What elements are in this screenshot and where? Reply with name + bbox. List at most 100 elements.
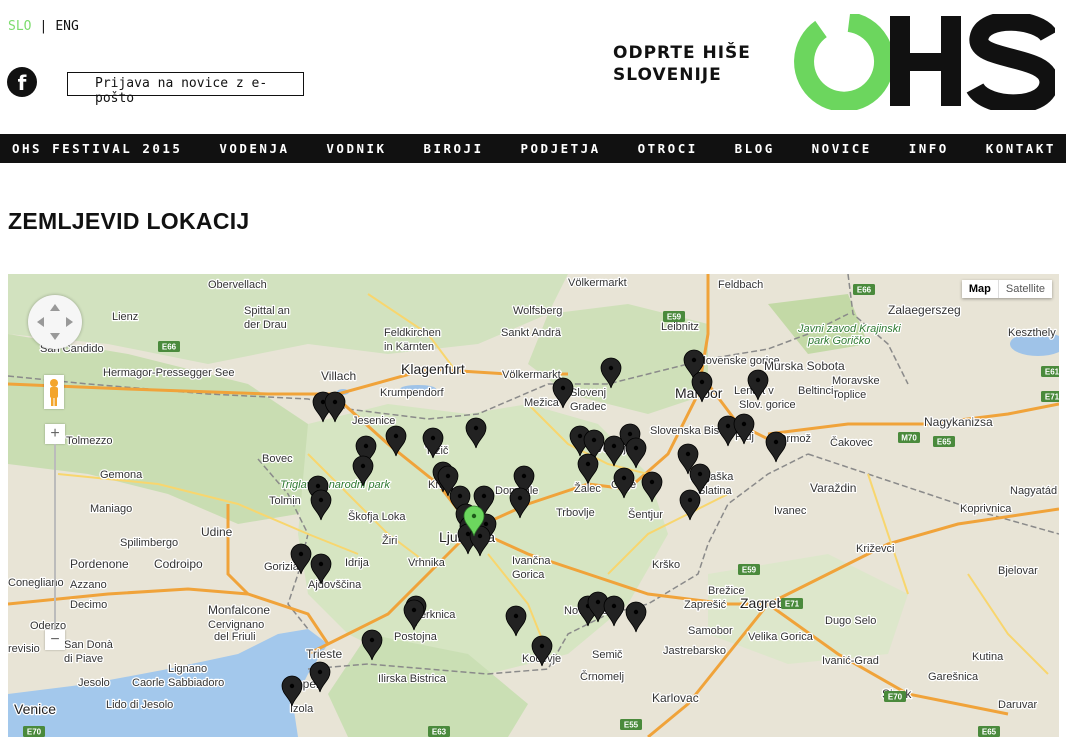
nav-item-podjetja[interactable]: PODJETJA xyxy=(521,134,601,163)
road-shield: E65 xyxy=(978,726,1000,737)
logo-s xyxy=(966,14,1055,110)
label-nagyk: Nagykanizsa xyxy=(924,415,993,429)
page-title: ZEMLJEVID LOKACIJ xyxy=(8,208,250,234)
label-jastrebarsko: Jastrebarsko xyxy=(663,645,726,657)
logo-h-right xyxy=(941,16,961,106)
road-shield: E70 xyxy=(23,726,45,737)
label-spilimbergo: Spilimbergo xyxy=(120,537,178,549)
label-zala: Zalaegerszeg xyxy=(888,303,961,317)
label-slovgor2: Slov. gorice xyxy=(739,399,796,411)
nav-item-kontakt[interactable]: KONTAKT xyxy=(986,134,1056,163)
label-gemona: Gemona xyxy=(100,469,143,481)
locations-map[interactable]: Obervellach Völkermarkt Feldbach Zalaege… xyxy=(8,274,1059,737)
main-nav: OHS FESTIVAL 2015 VODENJA VODNIK BIROJI PODJ… xyxy=(0,134,1066,163)
main-nav-list: OHS FESTIVAL 2015 VODENJA VODNIK BIROJI PODJ… xyxy=(0,134,1066,163)
road-shield: E66 xyxy=(853,284,875,295)
label-varazdin: Varaždin xyxy=(810,481,856,495)
nav-item-biroji[interactable]: BIROJI xyxy=(423,134,483,163)
logo-o-ring xyxy=(794,14,895,110)
label-sentjur: Šentjur xyxy=(628,508,663,521)
label-herm: Hermagor-Pressegger See xyxy=(103,367,234,379)
label-slovgr2: Gradec xyxy=(570,401,607,413)
map-type-satellite-button[interactable]: Satellite xyxy=(999,280,1052,298)
label-trbovlje: Trbovlje xyxy=(556,507,595,519)
brand-line-2: SLOVENIJE xyxy=(613,65,722,85)
road-shield: E59 xyxy=(738,564,760,575)
map-canvas[interactable]: Obervellach Völkermarkt Feldbach Zalaege… xyxy=(8,274,1059,737)
zoom-out-button[interactable]: − xyxy=(45,630,65,650)
svg-text:E65: E65 xyxy=(982,728,997,737)
label-cervignano2: del Friuli xyxy=(214,631,256,643)
label-feld1: Feldkirchen xyxy=(384,327,441,339)
label-gorica: Gorica xyxy=(512,569,545,581)
nav-item-info[interactable]: INFO xyxy=(909,134,949,163)
ohs-logo[interactable] xyxy=(787,14,1055,110)
label-samobor: Samobor xyxy=(688,625,733,637)
zoom-control: + − xyxy=(45,424,65,650)
label-sandona1: San Donà xyxy=(64,639,114,651)
label-spittal1: Spittal an xyxy=(244,305,290,317)
svg-text:E59: E59 xyxy=(742,566,757,575)
lang-slo-link[interactable]: SLO xyxy=(8,19,31,34)
svg-text:E66: E66 xyxy=(162,343,177,352)
label-wolfs: Wolfsberg xyxy=(513,305,562,317)
street-view-pegman-icon[interactable] xyxy=(44,375,64,409)
nav-item-novice[interactable]: NOVICE xyxy=(812,134,872,163)
road-shield: E61 xyxy=(1041,366,1059,377)
label-nagyatad: Nagyatád xyxy=(1010,485,1057,497)
pan-control[interactable] xyxy=(28,295,82,349)
label-trieste: Trieste xyxy=(306,647,343,661)
nav-item-ohs-festival-2015[interactable]: OHS FESTIVAL 2015 xyxy=(12,134,182,163)
lang-separator: | xyxy=(39,19,48,34)
label-krump: Krumpendorf xyxy=(380,387,445,399)
label-jesenice: Jesenice xyxy=(352,415,395,427)
label-karlovac: Karlovac xyxy=(652,691,699,705)
nav-item-otroci[interactable]: OTROCI xyxy=(638,134,698,163)
map-type-map-button[interactable]: Map xyxy=(962,280,999,298)
nav-item-blog[interactable]: BLOG xyxy=(735,134,775,163)
svg-text:E63: E63 xyxy=(432,728,447,737)
label-feld2: in Kärnten xyxy=(384,341,434,353)
label-lignano2: Sabbiadoro xyxy=(168,677,224,689)
label-jesolo: Jesolo xyxy=(78,677,110,689)
svg-text:E59: E59 xyxy=(667,313,682,322)
zoom-in-button[interactable]: + xyxy=(45,424,65,444)
svg-text:E66: E66 xyxy=(857,286,872,295)
label-murska: Murska Sobota xyxy=(764,359,845,373)
label-skofja: Škofja Loka xyxy=(348,510,406,523)
label-ivancna: Ivančna xyxy=(512,555,551,567)
logo-h-bar xyxy=(907,53,943,71)
lang-eng-link[interactable]: ENG xyxy=(55,19,78,34)
road-shield: M70 xyxy=(898,432,920,443)
label-ziri: Žiri xyxy=(382,534,397,547)
facebook-icon[interactable]: f xyxy=(7,67,37,97)
label-krizevci: Križevci xyxy=(856,543,895,555)
label-feld: Feldbach xyxy=(718,279,763,291)
label-semic: Semič xyxy=(592,649,623,661)
label-ivanicgrad: Ivanić-Grad xyxy=(822,655,879,667)
svg-text:E55: E55 xyxy=(624,721,639,730)
label-lignano1: Lignano xyxy=(168,663,207,675)
label-maniago: Maniago xyxy=(90,503,132,515)
label-garesnica: Garešnica xyxy=(928,671,979,683)
label-daruvar: Daruvar xyxy=(998,699,1037,711)
pan-arrows-icon xyxy=(37,304,73,340)
svg-text:E71: E71 xyxy=(785,600,800,609)
road-shield: E71 xyxy=(1041,391,1059,402)
label-ilirska: Ilirska Bistrica xyxy=(378,673,447,685)
label-vorau: Völkermarkt xyxy=(568,277,627,289)
nav-item-vodenja[interactable]: VODENJA xyxy=(219,134,289,163)
label-bjelovar: Bjelovar xyxy=(998,565,1038,577)
label-decimo: Decimo xyxy=(70,599,107,611)
nav-item-vodnik[interactable]: VODNIK xyxy=(326,134,386,163)
newsletter-signup-button[interactable]: Prijava na novice z e-pošto xyxy=(67,72,304,106)
label-kesz: Keszthely xyxy=(1008,327,1056,339)
label-ivanec: Ivanec xyxy=(774,505,807,517)
label-sandona2: di Piave xyxy=(64,653,103,665)
road-shield: E59 xyxy=(663,311,685,322)
zoom-slider[interactable] xyxy=(54,444,56,630)
road-shield: E55 xyxy=(620,719,642,730)
label-codroipo: Codroipo xyxy=(154,557,203,571)
svg-text:E70: E70 xyxy=(888,693,903,702)
label-caorle: Caorle xyxy=(132,677,164,689)
